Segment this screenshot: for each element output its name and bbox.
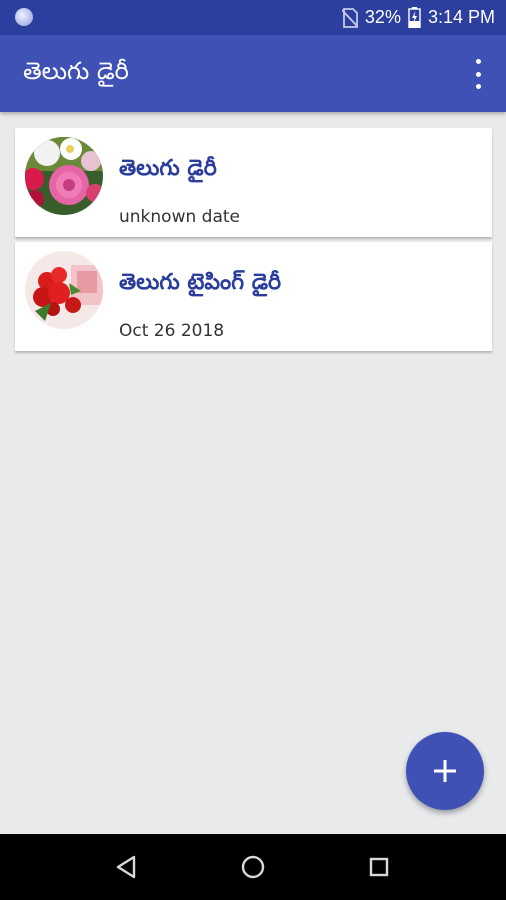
- nav-bar: [0, 834, 506, 900]
- diary-entry-card[interactable]: తెలుగు టైపింగ్ డైరీ Oct 26 2018: [15, 242, 492, 351]
- battery-charging-icon: [408, 7, 421, 28]
- menu-dot: [475, 71, 481, 77]
- more-vert-icon[interactable]: [466, 59, 490, 89]
- plus-icon: [434, 760, 456, 782]
- clock: 3:14 PM: [427, 7, 495, 27]
- no-sim-icon: [341, 7, 358, 28]
- app-title: తెలుగు డైరీ: [23, 57, 129, 85]
- add-entry-button[interactable]: [406, 732, 484, 810]
- status-right: 32% 3:14 PM: [341, 0, 495, 35]
- battery-percent: 32%: [364, 7, 401, 27]
- menu-dot: [475, 59, 481, 64]
- menu-dot: [475, 84, 481, 89]
- entry-title: తెలుగు డైరీ: [119, 156, 217, 181]
- diary-entry-card[interactable]: తెలుగు డైరీ unknown date: [15, 128, 492, 237]
- home-icon[interactable]: [238, 852, 268, 882]
- notification-icon: [15, 8, 33, 26]
- entry-date: unknown date: [119, 207, 240, 227]
- back-icon[interactable]: [112, 852, 142, 882]
- entry-thumbnail: [25, 137, 103, 215]
- status-bar: 32% 3:14 PM: [0, 0, 506, 35]
- recents-icon[interactable]: [364, 852, 394, 882]
- app-bar: తెలుగు డైరీ: [0, 35, 506, 112]
- entry-date: Oct 26 2018: [119, 321, 225, 341]
- entry-title: తెలుగు టైపింగ్ డైరీ: [119, 270, 282, 295]
- entry-thumbnail: [25, 251, 103, 329]
